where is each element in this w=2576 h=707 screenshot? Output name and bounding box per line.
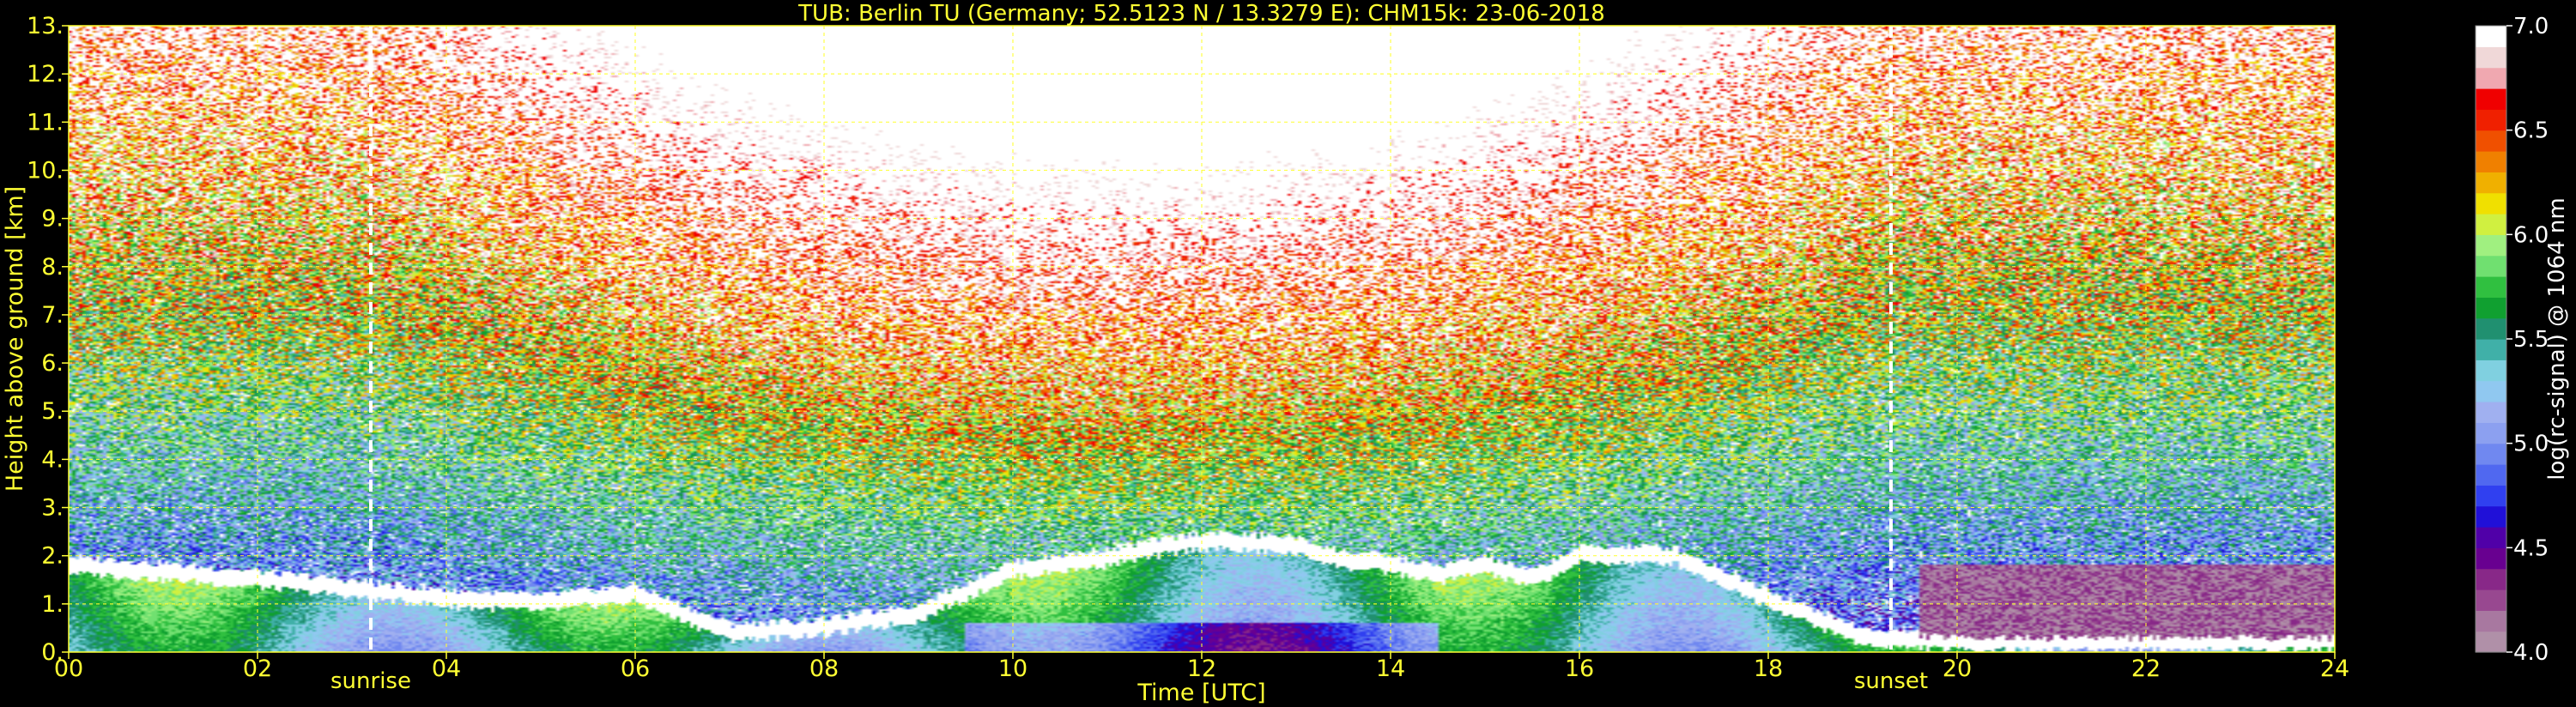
plot-area: sunrise sunset: [68, 25, 2336, 694]
y-tick-label: 8.: [41, 254, 64, 281]
x-tick-label: 22: [2131, 656, 2161, 682]
x-axis-label: Time [UTC]: [1136, 680, 1265, 706]
colorbar-swatch: [2476, 234, 2506, 257]
colorbar-swatch: [2476, 589, 2506, 611]
colorbar-swatch: [2476, 67, 2506, 89]
y-tick-label: 2.: [41, 543, 64, 570]
backscatter-heatmap: [69, 26, 2335, 652]
colorbar-swatch: [2476, 46, 2506, 69]
x-tick-label: 06: [621, 656, 650, 682]
event-label-sunset: sunset: [1854, 668, 1928, 694]
y-tick-label: 3.: [41, 495, 64, 522]
colorbar-swatch: [2476, 380, 2506, 402]
colorbar-swatch: [2476, 422, 2506, 444]
colorbar-swatch: [2476, 631, 2506, 653]
event-label-sunrise: sunrise: [330, 668, 411, 694]
x-tick-label: 18: [1754, 656, 1783, 682]
x-tick-label: 20: [1943, 656, 1972, 682]
x-tick-label: 02: [243, 656, 272, 682]
colorbar-swatch: [2476, 255, 2506, 277]
x-tick-label: 14: [1376, 656, 1405, 682]
ceilometer-chart: sunrise sunset 0.1.2.3.4.5.6.7.8.9.10.11.…: [2, 1, 2570, 706]
y-tick-label: 12.: [27, 61, 64, 88]
colorbar-label: log(rc-signal) @ 1064 nm: [2544, 197, 2570, 480]
colorbar-swatch: [2476, 26, 2506, 47]
y-tick-label: 5.: [41, 398, 64, 425]
colorbar-swatch: [2476, 109, 2506, 131]
colorbar-swatch: [2476, 151, 2506, 172]
y-tick-label: 9.: [41, 206, 64, 233]
colorbar-swatch: [2476, 464, 2506, 486]
colorbar-tick-label: 6.5: [2513, 118, 2549, 144]
x-tick-label: 24: [2320, 656, 2349, 682]
colorbar-swatch: [2476, 192, 2506, 215]
y-axis-ticks: 0.1.2.3.4.5.6.7.8.9.10.11.12.13.: [27, 13, 69, 666]
colorbar-swatch: [2476, 130, 2506, 152]
y-axis-label: Height above ground [km]: [2, 186, 28, 492]
colorbar-swatch: [2476, 485, 2506, 507]
x-tick-label: 00: [54, 656, 83, 682]
colorbar-swatch: [2476, 568, 2506, 590]
colorbar-swatch: [2476, 402, 2506, 423]
colorbar-swatch: [2476, 88, 2506, 110]
y-tick-label: 4.: [41, 446, 64, 473]
colorbar-swatch: [2476, 360, 2506, 382]
x-tick-label: 10: [998, 656, 1027, 682]
colorbar-swatch: [2476, 547, 2506, 570]
colorbar-swatch: [2476, 610, 2506, 632]
x-tick-label: 16: [1565, 656, 1594, 682]
colorbar-swatch: [2476, 297, 2506, 319]
colorbar-tick-label: 4.0: [2513, 640, 2549, 666]
colorbar-swatch: [2476, 317, 2506, 340]
y-tick-label: 7.: [41, 302, 64, 329]
x-tick-label: 08: [809, 656, 839, 682]
colorbar-swatch: [2476, 443, 2506, 465]
y-tick-label: 13.: [27, 13, 64, 39]
x-tick-label: 04: [432, 656, 461, 682]
colorbar-swatch: [2476, 276, 2506, 298]
colorbar-swatch: [2476, 214, 2506, 235]
chart-title: TUB: Berlin TU (Germany; 52.5123 N / 13.…: [797, 1, 1605, 27]
colorbar-swatch: [2476, 172, 2506, 194]
colorbar-swatch: [2476, 339, 2506, 360]
colorbar-tick-label: 4.5: [2513, 535, 2549, 561]
colorbar-swatch: [2476, 527, 2506, 548]
y-tick-label: 10.: [27, 157, 64, 184]
x-tick-label: 12: [1187, 656, 1216, 682]
colorbar: 4.04.55.05.56.06.57.0: [2475, 14, 2549, 666]
y-tick-label: 1.: [41, 591, 64, 618]
y-tick-label: 6.: [41, 350, 64, 377]
y-tick-label: 11.: [27, 109, 64, 136]
colorbar-tick-label: 7.0: [2513, 14, 2549, 39]
colorbar-swatch: [2476, 505, 2506, 528]
